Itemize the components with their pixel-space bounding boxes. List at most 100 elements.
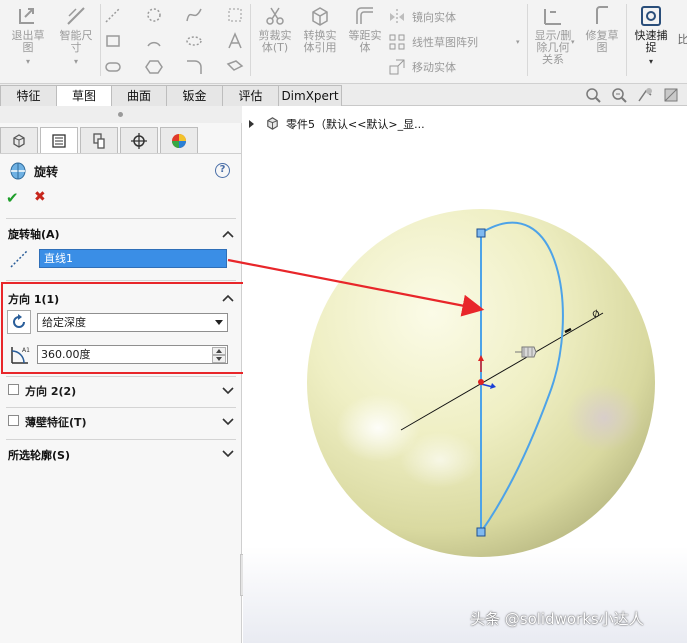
panel-tabs — [0, 124, 242, 154]
thin-feature-section-title[interactable]: 薄壁特征(T) — [25, 414, 87, 430]
tab-display-manager[interactable] — [160, 127, 198, 153]
tab-property-manager[interactable] — [40, 127, 78, 153]
ribbon-separator — [527, 4, 528, 76]
feature-title: 旋转 — [8, 161, 58, 181]
chevron-down-icon[interactable] — [222, 387, 234, 395]
command-manager-ribbon: 退出草 图 ▾ 智能尺 寸 ▾ 剪裁实 体(T) 转换实 体引用 等距实 体 镜… — [0, 0, 687, 84]
crosshair-icon — [131, 132, 147, 149]
display-delete-relations-icon — [544, 9, 561, 25]
fillet-icon[interactable] — [185, 58, 203, 76]
arc-icon[interactable] — [145, 32, 163, 50]
chevron-down-icon: ▾ — [73, 57, 78, 66]
tab-feature-manager[interactable] — [0, 127, 38, 153]
move-entities-button[interactable]: 移动实体 — [412, 58, 456, 76]
tab-sketch[interactable]: 草图 — [56, 85, 112, 107]
graphics-area[interactable]: 零件5（默认<<默认>_显... — [243, 106, 687, 643]
mirror-entities-button[interactable]: 镜向实体 — [412, 8, 456, 26]
thin-feature-checkbox[interactable] — [8, 415, 19, 426]
zoom-to-fit-icon[interactable] — [584, 86, 602, 104]
cancel-button[interactable]: ✖ — [34, 189, 46, 205]
svg-text:A1: A1 — [22, 347, 30, 354]
part-name: 零件5（默认<<默认>_显... — [286, 117, 425, 131]
linear-pattern-button[interactable]: 线性草图阵列 — [412, 33, 478, 51]
smart-dimension-button[interactable]: 智能尺 寸 ▾ — [54, 4, 98, 68]
axis-selection-field[interactable]: 直线1 — [39, 249, 227, 268]
divider — [6, 376, 236, 377]
spline-icon[interactable] — [185, 6, 203, 24]
divider — [6, 280, 236, 281]
chevron-down-icon[interactable] — [222, 450, 234, 458]
chevron-down-icon — [215, 320, 223, 325]
exit-sketch-label: 退出草 图 — [11, 29, 45, 54]
ribbon-separator — [100, 4, 101, 76]
expand-arrow-icon[interactable] — [249, 119, 254, 128]
polygon-icon[interactable] — [145, 58, 163, 76]
ribbon-separator — [250, 4, 251, 76]
previous-view-icon[interactable] — [636, 86, 654, 104]
move-entities-label: 移动实体 — [412, 61, 456, 74]
slot-icon[interactable] — [104, 58, 122, 76]
line-icon[interactable] — [104, 6, 122, 24]
feature-tree-icon — [13, 133, 25, 148]
ribbon-separator — [626, 4, 627, 76]
panel-splitter[interactable] — [0, 106, 242, 123]
section-view-icon[interactable] — [662, 86, 680, 104]
help-icon[interactable]: ? — [215, 163, 230, 178]
trim-entities-button[interactable]: 剪裁实 体(T) — [254, 4, 296, 54]
smart-dimension-icon — [67, 7, 85, 25]
angle-input[interactable]: 360.00度 — [37, 345, 228, 364]
reverse-direction-button[interactable] — [7, 310, 31, 334]
display-delete-relations-button[interactable]: 显示/删 除几何 关系 — [530, 4, 576, 66]
quick-snaps-button[interactable]: 快速捕 捉 ▾ — [628, 4, 674, 68]
tab-dimxpert[interactable]: DimXpert — [278, 85, 342, 106]
trim-entities-label: 剪裁实 体(T) — [258, 29, 292, 54]
end-condition-select[interactable]: 给定深度 — [37, 313, 228, 332]
spin-down-button[interactable] — [212, 355, 226, 363]
chevron-down-icon[interactable] — [222, 418, 234, 426]
convert-entities-button[interactable]: 转换实 体引用 — [298, 4, 342, 54]
tab-sheet-metal[interactable]: 钣金 — [166, 85, 223, 106]
direction2-checkbox[interactable] — [8, 384, 19, 395]
feature-tree-flyout[interactable]: 零件5（默认<<默认>_显... — [249, 115, 425, 132]
ribbon-overflow[interactable]: 比 — [678, 34, 687, 46]
angle-icon: A1 — [11, 347, 30, 364]
construction-geometry-icon[interactable] — [226, 6, 244, 24]
convert-entities-icon — [312, 7, 328, 26]
tab-dimxpert-manager[interactable] — [120, 127, 158, 153]
rectangle-icon[interactable] — [104, 32, 122, 50]
text-icon[interactable] — [226, 32, 244, 50]
ok-button[interactable]: ✔ — [6, 189, 19, 207]
chevron-up-icon[interactable] — [222, 230, 234, 238]
circle-icon[interactable] — [145, 6, 163, 24]
plane-icon[interactable] — [226, 58, 244, 76]
mirror-entities-label: 镜向实体 — [412, 11, 456, 24]
property-manager-panel: 旋转 ? ✔ ✖ 旋转轴(A) 直线1 方向 1(1) 给定深度 A1 360.… — [0, 106, 248, 643]
watermark: 头条 @solidworks小达人 — [470, 610, 644, 628]
chevron-up-icon[interactable] — [222, 294, 234, 302]
tab-features[interactable]: 特征 — [0, 85, 57, 106]
chevron-down-icon[interactable]: ▾ — [516, 38, 520, 46]
spin-up-button[interactable] — [212, 347, 226, 355]
divider — [6, 439, 236, 440]
tab-configuration-manager[interactable] — [80, 127, 118, 153]
quick-snaps-icon — [641, 6, 661, 26]
direction1-section-title[interactable]: 方向 1(1) — [8, 291, 59, 307]
feature-title-text: 旋转 — [34, 164, 59, 179]
tab-evaluate[interactable]: 评估 — [222, 85, 279, 106]
zoom-to-area-icon[interactable] — [610, 86, 628, 104]
reverse-direction-icon — [13, 314, 25, 328]
chevron-down-icon: ▾ — [25, 57, 30, 66]
repair-sketch-icon — [596, 6, 608, 24]
repair-sketch-button[interactable]: 修复草 图 — [580, 4, 624, 54]
axis-section-title[interactable]: 旋转轴(A) — [8, 226, 60, 242]
offset-entities-label: 等距实 体 — [348, 29, 382, 54]
chevron-down-icon[interactable]: ▾ — [571, 38, 575, 46]
exit-sketch-button[interactable]: 退出草 图 ▾ — [6, 4, 50, 68]
offset-entities-icon — [356, 7, 373, 24]
selected-contours-section-title[interactable]: 所选轮廓(S) — [8, 447, 70, 463]
ellipse-icon[interactable] — [185, 32, 203, 50]
direction2-section-title[interactable]: 方向 2(2) — [25, 383, 76, 399]
tab-surfaces[interactable]: 曲面 — [111, 85, 167, 106]
configuration-icon — [93, 132, 105, 149]
offset-entities-button[interactable]: 等距实 体 — [344, 4, 386, 54]
